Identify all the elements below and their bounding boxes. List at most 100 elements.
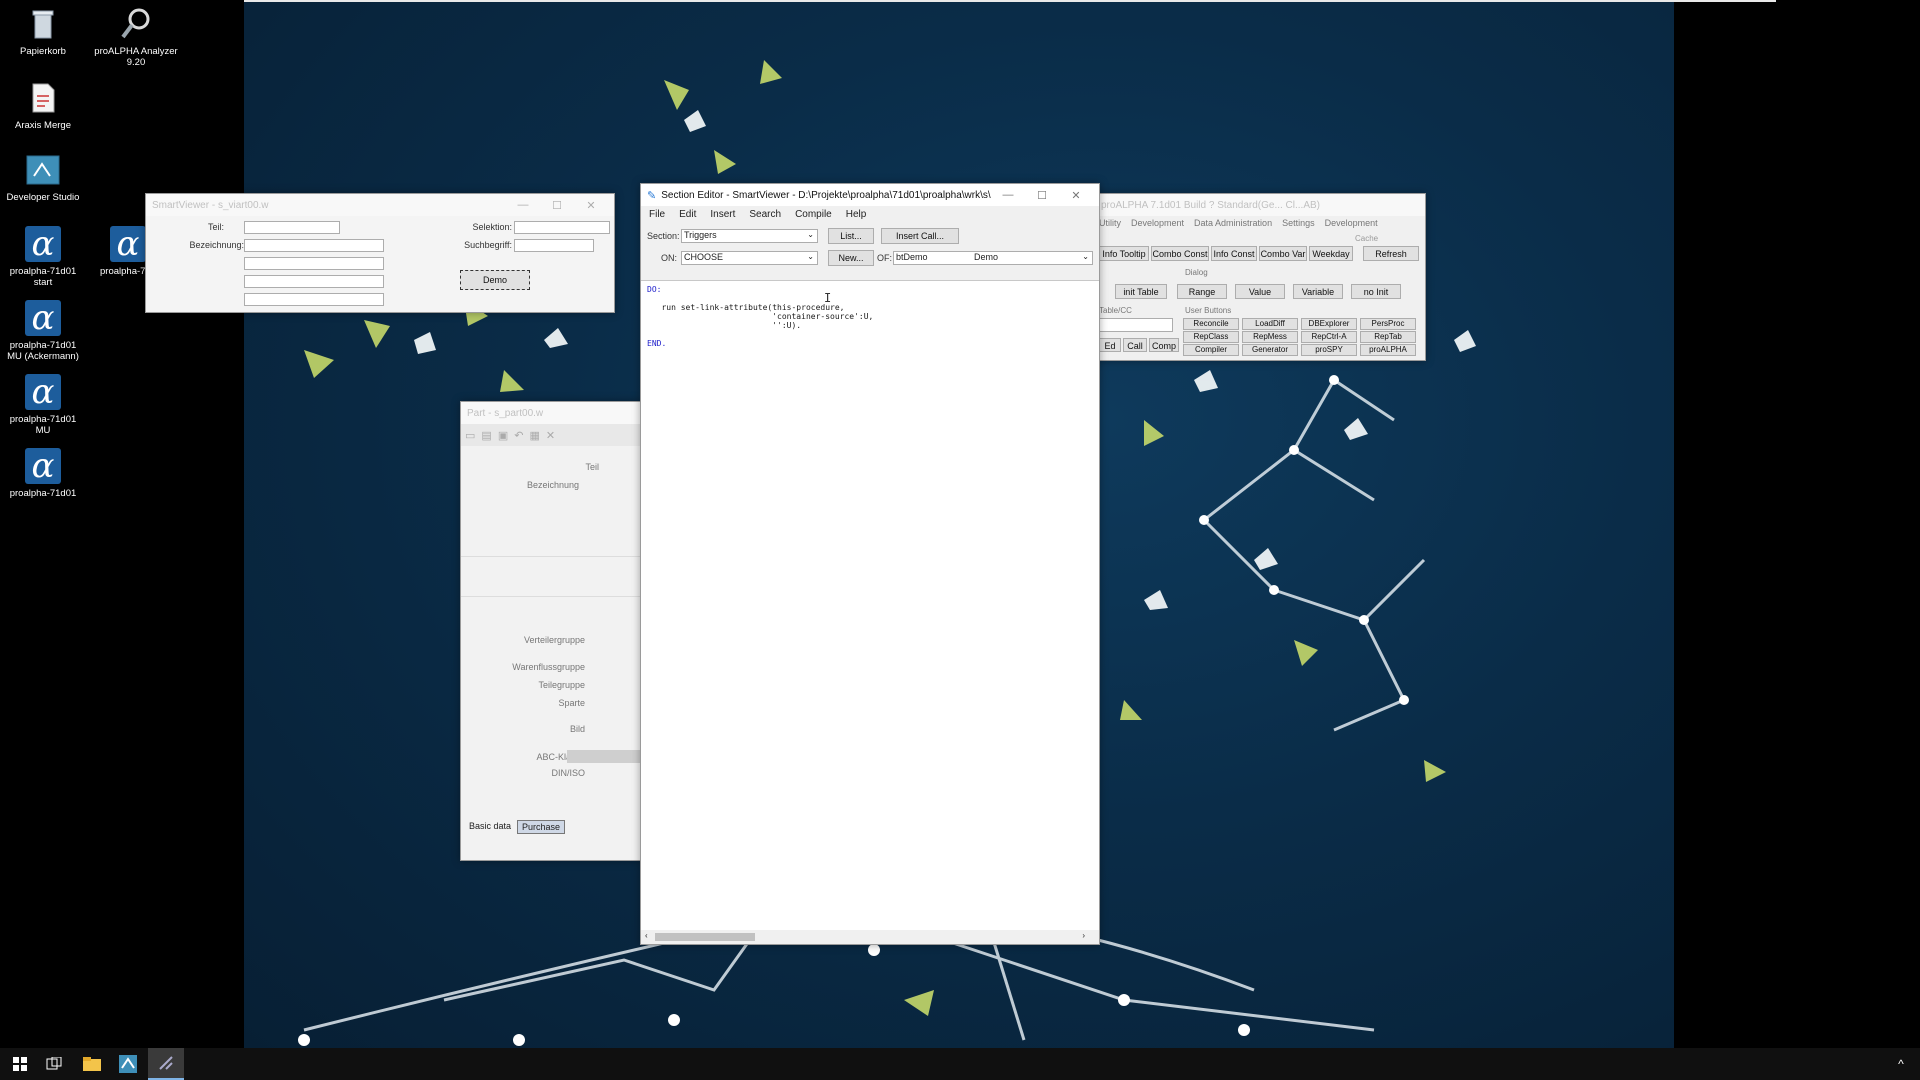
code-editor[interactable]: DO: run set-link-attribute(this-procedur…: [641, 280, 1099, 930]
range-button[interactable]: Range: [1177, 284, 1227, 299]
scrollbar-thumb[interactable]: [655, 933, 755, 941]
weekday-button[interactable]: Weekday: [1309, 246, 1353, 261]
menu-search[interactable]: Search: [749, 209, 781, 220]
bezeichnung-field-4[interactable]: [244, 293, 384, 306]
loaddiff-button[interactable]: LoadDiff: [1242, 318, 1298, 330]
bezeichnung-field-2[interactable]: [244, 257, 384, 270]
refresh-button[interactable]: Refresh: [1363, 246, 1419, 261]
alpha-icon: α: [25, 300, 61, 336]
demo-button[interactable]: Demo: [460, 270, 530, 290]
recycle-bin-icon: [25, 6, 61, 42]
menu-data-administration[interactable]: Data Administration: [1194, 218, 1272, 228]
maximize-icon[interactable]: ☐: [1025, 189, 1059, 202]
menu-utility[interactable]: Utility: [1099, 218, 1121, 228]
selektion-field[interactable]: [514, 221, 610, 234]
smartviewer-titlebar[interactable]: SmartViewer - s_viart00.w — ☐ ✕: [146, 194, 614, 216]
tab-purchase[interactable]: Purchase: [517, 820, 566, 834]
delete-icon[interactable]: ✕: [546, 429, 555, 442]
info-const-button[interactable]: Info Const: [1211, 246, 1257, 261]
combo-const-button[interactable]: Combo Const: [1151, 246, 1209, 261]
bezeichnung-field[interactable]: [244, 239, 384, 252]
combo-var-button[interactable]: Combo Var: [1259, 246, 1307, 261]
section-label: Section:: [647, 231, 680, 241]
no-init-button[interactable]: no Init: [1351, 284, 1401, 299]
abc-klasse-field[interactable]: [567, 750, 641, 763]
minimize-icon[interactable]: —: [991, 189, 1025, 201]
repmess-button[interactable]: RepMess: [1242, 331, 1298, 343]
info-tooltip-button[interactable]: Info Tooltip: [1099, 246, 1149, 261]
bezeichnung-field-3[interactable]: [244, 275, 384, 288]
close-icon[interactable]: ✕: [1059, 189, 1093, 202]
desktop-icon-proalpha-mu-ackermann[interactable]: α proalpha-71d01 MU (Ackermann): [3, 300, 83, 362]
desktop-icon-proalpha-analyzer[interactable]: proALPHA Analyzer 9.20: [90, 6, 182, 68]
of-select[interactable]: btDemo Demo ⌄: [893, 251, 1093, 265]
verteilergruppe-label: Verteilergruppe: [523, 635, 585, 645]
desktop-icon-papierkorb[interactable]: Papierkorb: [3, 6, 83, 57]
menu-compile[interactable]: Compile: [795, 209, 832, 220]
generator-button[interactable]: Generator: [1242, 344, 1298, 356]
teil-field[interactable]: [244, 221, 340, 234]
menu-file[interactable]: File: [649, 209, 665, 220]
list-button[interactable]: List...: [828, 228, 874, 244]
menu-development[interactable]: Development: [1131, 218, 1184, 228]
devtools-titlebar[interactable]: proALPHA 7.1d01 Build ? Standard(Ge... C…: [1095, 194, 1425, 216]
menu-edit[interactable]: Edit: [679, 209, 696, 220]
desktop-icon-proalpha-start[interactable]: α proalpha-71d01 start: [3, 226, 83, 288]
reptab-button[interactable]: RepTab: [1360, 331, 1416, 343]
part-titlebar[interactable]: Part - s_part00.w: [461, 402, 641, 424]
selektion-label: Selektion:: [472, 222, 512, 232]
minimize-icon[interactable]: —: [506, 199, 540, 211]
menu-insert[interactable]: Insert: [710, 209, 735, 220]
section-select[interactable]: Triggers ⌄: [681, 229, 818, 243]
desktop-icon-araxis-merge[interactable]: Araxis Merge: [3, 80, 83, 131]
new-button[interactable]: New...: [828, 250, 874, 266]
dbexplorer-button[interactable]: DBExplorer: [1301, 318, 1357, 330]
ed-button[interactable]: Ed: [1099, 338, 1121, 352]
compiler-button[interactable]: Compiler: [1183, 344, 1239, 356]
maximize-icon[interactable]: ☐: [540, 199, 574, 212]
repclass-button[interactable]: RepClass: [1183, 331, 1239, 343]
persproc-button[interactable]: PersProc: [1360, 318, 1416, 330]
desktop-icon-label: Developer Studio: [6, 192, 80, 203]
reconcile-button[interactable]: Reconcile: [1183, 318, 1239, 330]
tray-expand-icon[interactable]: ^: [1886, 1048, 1916, 1080]
section-editor-titlebar[interactable]: ✎ Section Editor - SmartViewer - D:\Proj…: [641, 184, 1099, 206]
init-table-button[interactable]: init Table: [1115, 284, 1167, 299]
bezeichnung-label: Bezeichnung:: [189, 240, 244, 250]
comp-button[interactable]: Comp: [1149, 338, 1179, 352]
save-icon[interactable]: ▣: [498, 429, 508, 442]
horizontal-scrollbar[interactable]: ‹ ›: [641, 930, 1099, 944]
call-button[interactable]: Call: [1123, 338, 1147, 352]
undo-icon[interactable]: ↶: [514, 429, 523, 442]
menu-settings[interactable]: Settings: [1282, 218, 1315, 228]
desktop-icon-proalpha-mu[interactable]: α proalpha-71d01 MU: [3, 374, 83, 436]
part-tabs: Basic data Purchase: [465, 820, 566, 834]
repctrl-a-button[interactable]: RepCtrl-A: [1301, 331, 1357, 343]
value-button[interactable]: Value: [1235, 284, 1285, 299]
store-icon[interactable]: [108, 1048, 148, 1080]
file-explorer-icon[interactable]: [72, 1048, 112, 1080]
code-text[interactable]: DO: run set-link-attribute(this-procedur…: [641, 281, 1099, 352]
variable-button[interactable]: Variable: [1293, 284, 1343, 299]
desktop-icon-developer-studio[interactable]: Developer Studio: [3, 152, 83, 203]
table-cc-select[interactable]: [1099, 318, 1173, 332]
active-app-icon[interactable]: [148, 1048, 184, 1080]
menu-help[interactable]: Help: [846, 209, 867, 220]
open-icon[interactable]: ▤: [481, 429, 491, 442]
menu-development-2[interactable]: Development: [1325, 218, 1378, 228]
desktop-icon-proalpha-71d01[interactable]: α proalpha-71d01: [3, 448, 83, 499]
insert-call-button[interactable]: Insert Call...: [881, 228, 959, 244]
close-icon[interactable]: ✕: [574, 199, 608, 212]
prospy-button[interactable]: proSPY: [1301, 344, 1357, 356]
copy-icon[interactable]: ▦: [529, 429, 539, 442]
on-select[interactable]: CHOOSE ⌄: [681, 251, 818, 265]
tab-basic-data[interactable]: Basic data: [465, 820, 515, 834]
scroll-right-icon[interactable]: ›: [1082, 931, 1085, 940]
code-line: '':U).: [647, 321, 802, 330]
proalpha-button[interactable]: proALPHA: [1360, 344, 1416, 356]
suchbegriff-field[interactable]: [514, 239, 594, 252]
scroll-left-icon[interactable]: ‹: [645, 931, 648, 940]
new-record-icon[interactable]: ▭: [465, 429, 475, 442]
smartviewer-window: SmartViewer - s_viart00.w — ☐ ✕ Teil: Be…: [145, 193, 615, 313]
task-view-icon[interactable]: [34, 1048, 74, 1080]
